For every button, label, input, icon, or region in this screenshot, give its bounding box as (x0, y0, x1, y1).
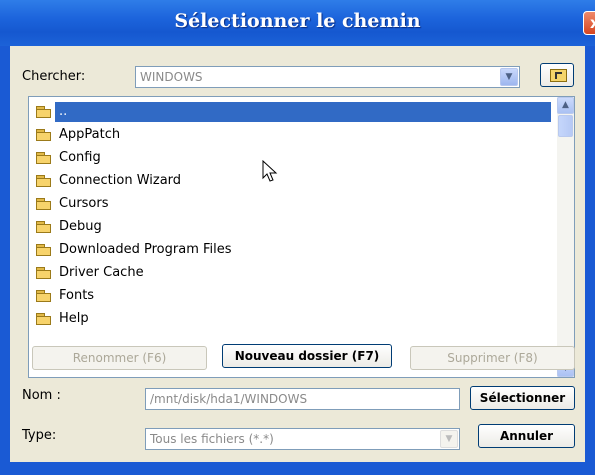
close-icon: x (590, 14, 595, 32)
list-item-label: Help (59, 311, 89, 326)
list-item-label: Connection Wizard (59, 173, 182, 188)
new-folder-button[interactable]: Nouveau dossier (F7) (222, 344, 392, 368)
type-value: Tous les fichiers (*.*) (150, 432, 274, 446)
scroll-thumb[interactable] (558, 115, 573, 137)
mouse-cursor-icon (262, 160, 278, 182)
list-item[interactable]: Fonts (33, 285, 553, 307)
folder-icon (36, 129, 52, 141)
search-label: Chercher: (22, 69, 86, 84)
scroll-up-button[interactable]: ▲ (557, 97, 574, 114)
list-item[interactable]: Connection Wizard (33, 170, 553, 192)
name-label: Nom : (22, 388, 61, 403)
list-item-label: Debug (59, 219, 102, 234)
chevron-down-icon[interactable]: ▼ (500, 68, 518, 86)
folder-icon (36, 290, 52, 302)
cancel-button[interactable]: Annuler (478, 424, 575, 448)
folder-icon (36, 267, 52, 279)
selection-highlight (55, 102, 551, 122)
list-item-label: Config (59, 150, 101, 165)
delete-button[interactable]: Supprimer (F8) (410, 346, 575, 370)
list-item-label: .. (59, 104, 68, 119)
folder-icon (36, 175, 52, 187)
folder-list[interactable]: .. AppPatch Config Connection Wizard Cursors… (28, 96, 575, 378)
list-item-label: Cursors (59, 196, 109, 211)
window-frame: Chercher: WINDOWS ▼ .. AppPatch Config Conn… (0, 46, 595, 475)
name-value: /mnt/disk/hda1/WINDOWS (150, 392, 308, 406)
folder-icon (36, 152, 52, 164)
folder-icon (36, 313, 52, 325)
list-item-label: AppPatch (59, 127, 121, 142)
vertical-scrollbar[interactable]: ▲ ▼ (557, 97, 574, 377)
select-button[interactable]: Sélectionner (470, 386, 575, 410)
search-value: WINDOWS (140, 70, 203, 84)
list-item[interactable]: Help (33, 308, 553, 330)
name-field[interactable]: /mnt/disk/hda1/WINDOWS (145, 388, 460, 410)
folder-icon (36, 106, 52, 118)
folder-up-button[interactable] (540, 63, 574, 87)
list-item[interactable]: Downloaded Program Files (33, 239, 553, 261)
title-bar: Sélectionner le chemin x (0, 0, 595, 47)
folder-up-icon (550, 69, 567, 82)
close-button[interactable]: x (583, 11, 595, 35)
list-item[interactable]: Cursors (33, 193, 553, 215)
type-label: Type: (22, 428, 57, 443)
folder-icon (36, 198, 52, 210)
type-select[interactable]: Tous les fichiers (*.*) ▼ (145, 428, 460, 450)
list-item-label: Driver Cache (59, 265, 144, 280)
folder-icon (36, 221, 52, 233)
window-title: Sélectionner le chemin (174, 10, 421, 32)
list-item[interactable]: Config (33, 147, 553, 169)
search-combo[interactable]: WINDOWS ▼ (135, 66, 520, 88)
folder-icon (36, 244, 52, 256)
list-item[interactable]: Driver Cache (33, 262, 553, 284)
list-item[interactable]: AppPatch (33, 124, 553, 146)
list-item-label: Downloaded Program Files (59, 242, 232, 257)
list-item-label: Fonts (59, 288, 95, 303)
type-chevron-down-icon[interactable]: ▼ (440, 430, 458, 448)
list-item[interactable]: .. (33, 101, 553, 123)
rename-button[interactable]: Renommer (F6) (32, 346, 207, 370)
dialog-panel: Chercher: WINDOWS ▼ .. AppPatch Config Conn… (10, 46, 585, 462)
list-item[interactable]: Debug (33, 216, 553, 238)
